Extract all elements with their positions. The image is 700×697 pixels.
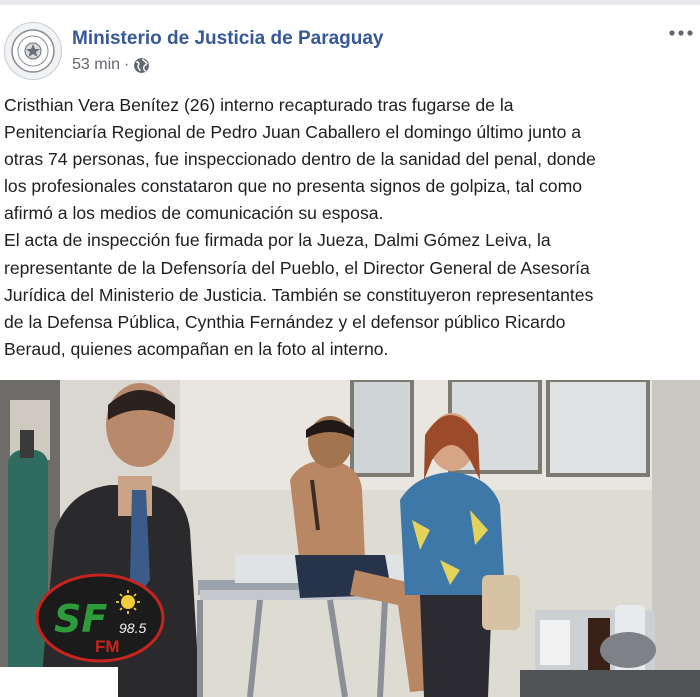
post-meta: 53 min · [72,56,150,74]
globe-icon[interactable] [133,57,150,74]
logo-frequency: 98.5 [119,620,146,636]
more-options-icon [669,30,693,36]
post-header: Ministerio de Justicia de Paraguay 53 mi… [0,14,700,84]
post-text-line: los profesionales constataron que no pre… [4,176,583,197]
post-text-line: Jurídica del Ministerio de Justicia. Tam… [4,284,594,305]
post-text-line: representante de la Defensoría del Puebl… [4,257,590,278]
post-body: Cristhian Vera Benítez (26) interno reca… [4,92,698,363]
meta-separator: · [124,56,130,73]
post-text-line: El acta de inspección fue firmada por la… [4,230,551,251]
more-options-button[interactable] [666,22,696,44]
page-avatar[interactable] [4,22,62,80]
post-text-line: Cristhian Vera Benítez (26) interno reca… [4,95,514,115]
post-text-line: Penitenciaría Regional de Pedro Juan Cab… [4,122,582,143]
post-text-line: afirmó a los medios de comunicación su e… [4,203,384,224]
sun-icon [121,595,135,609]
logo-letters-fm: FM [95,637,120,656]
post-timestamp[interactable]: 53 min [72,56,120,74]
post-text-line: otras 74 personas, fue inspeccionado den… [4,149,596,170]
top-divider [0,0,700,5]
post-photo-image: SF 98.5 FM [0,380,700,697]
post-photo[interactable]: SF 98.5 FM [0,380,700,697]
post-text-line: de la Defensa Pública, Cynthia Fernández… [4,311,566,332]
post-text-line: Beraud, quienes acompañan en la foto al … [4,338,389,359]
radio-logo-watermark: SF 98.5 FM [35,573,165,663]
page-name-link[interactable]: Ministerio de Justicia de Paraguay [72,28,384,50]
logo-letters-sf: SF [54,597,107,641]
seal-icon [11,29,55,73]
